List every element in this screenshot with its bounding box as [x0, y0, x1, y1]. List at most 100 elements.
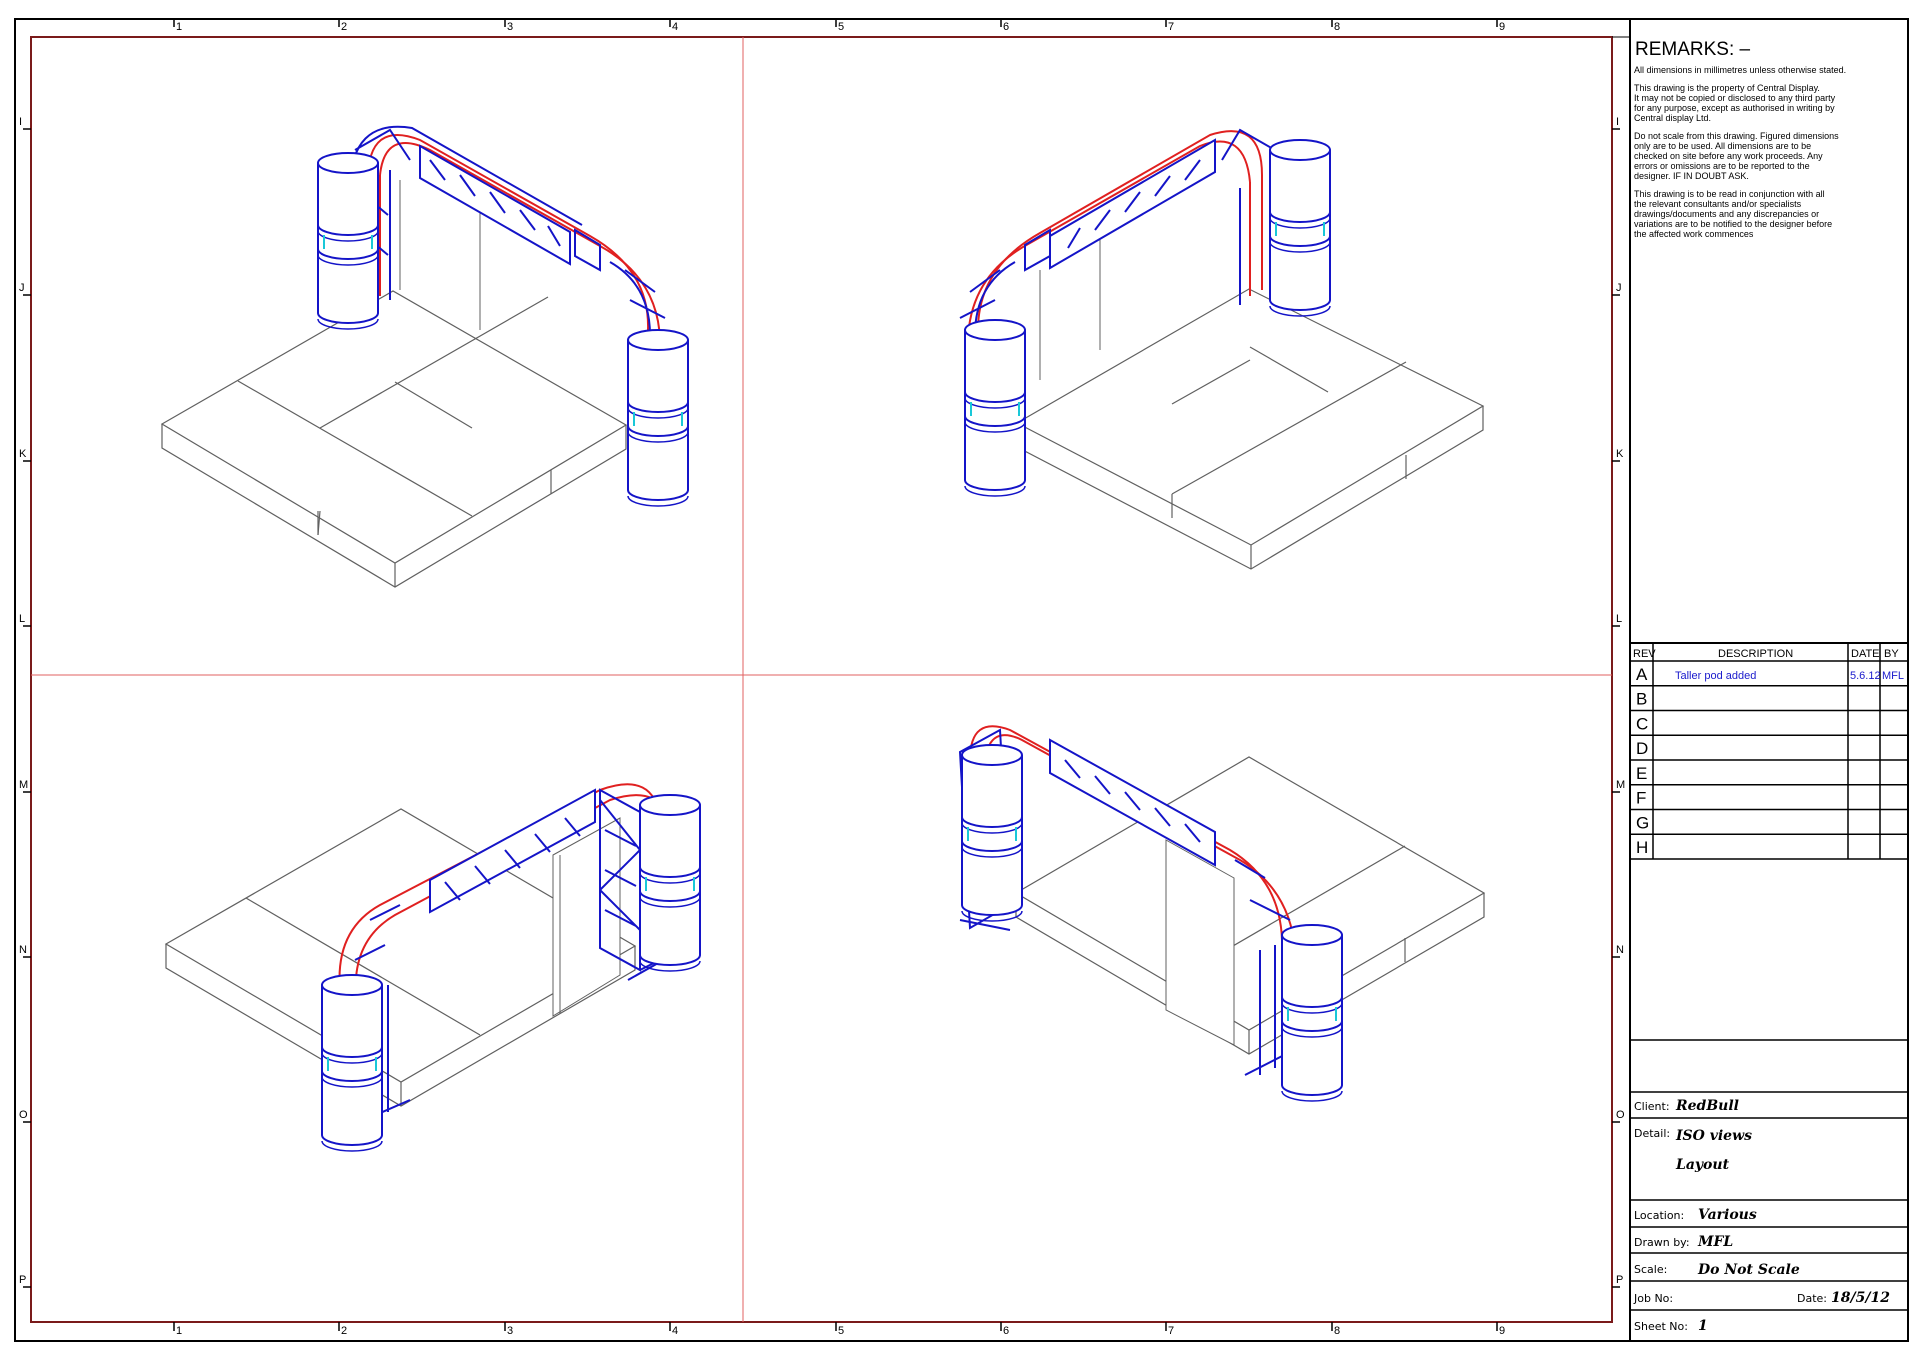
revision-by: MFL	[1882, 670, 1904, 682]
iso-view-top-right	[959, 128, 1485, 570]
grid-column-label: 5	[838, 21, 844, 33]
grid-row-label: P	[19, 1274, 26, 1286]
remarks-line: errors or omissions are to be reported t…	[1634, 161, 1810, 171]
remarks-line: variations are to be notified to the des…	[1634, 219, 1832, 229]
revision-letter: E	[1636, 764, 1647, 783]
revision-letter: A	[1636, 665, 1648, 684]
drawing-area-border	[30, 36, 1613, 1323]
grid-column-label: 6	[1003, 21, 1009, 33]
grid-row-label: J	[1616, 282, 1622, 294]
pod-left	[964, 319, 1026, 497]
iso-view-bottom-left	[164, 783, 701, 1152]
grid-row-label: I	[1616, 116, 1619, 128]
iso-view-top-left	[160, 125, 689, 588]
pod-right	[639, 794, 701, 972]
iso-view-bottom-right	[958, 725, 1486, 1102]
rev-header: REV	[1633, 648, 1656, 660]
grid-column-label: 7	[1168, 1325, 1174, 1337]
grid-row-label: O	[19, 1109, 28, 1121]
revision-date: 5.6.12	[1850, 670, 1881, 682]
grid-column-label: 7	[1168, 21, 1174, 33]
remarks-line: It may not be copied or disclosed to any…	[1634, 93, 1836, 103]
remarks-title: REMARKS: –	[1635, 39, 1751, 60]
detail-value-line2: Layout	[1675, 1157, 1730, 1173]
sheet-no-value: 1	[1698, 1318, 1708, 1334]
job-no-label: Job No:	[1633, 1292, 1673, 1305]
date-value: 18/5/12	[1831, 1290, 1890, 1306]
pod-right	[1269, 139, 1331, 317]
grid-row-label: J	[19, 282, 25, 294]
remarks-line: the affected work commences	[1634, 229, 1754, 239]
pod-right	[1281, 924, 1343, 1102]
pod-left	[961, 744, 1023, 922]
grid-column-label: 6	[1003, 1325, 1009, 1337]
revision-letter: G	[1636, 813, 1649, 832]
revision-description: Taller pod added	[1675, 670, 1756, 682]
remarks-body: All dimensions in millimetres unless oth…	[1634, 65, 1846, 239]
stage-floor	[160, 290, 628, 588]
sheet-no-label: Sheet No:	[1634, 1320, 1688, 1333]
remarks-line: for any purpose, except as authorised in…	[1634, 103, 1835, 113]
detail-label: Detail:	[1634, 1127, 1670, 1140]
scale-value: Do Not Scale	[1697, 1262, 1800, 1278]
by-header: BY	[1884, 648, 1899, 660]
revision-rows: A Taller pod added 5.6.12 MFL BCDEFGH	[1630, 665, 1908, 860]
pod-left	[321, 974, 383, 1152]
sheet-outer-border	[14, 18, 1909, 1342]
grid-row-label: P	[1616, 1274, 1623, 1286]
grid-row-label: L	[1616, 613, 1622, 625]
grid-column-label: 1	[176, 1325, 182, 1337]
grid-column-label: 3	[507, 1325, 513, 1337]
stage-floor	[1014, 756, 1486, 1055]
remarks-line: only are to be used. All dimensions are …	[1634, 141, 1811, 151]
remarks-line: Central display Ltd.	[1634, 113, 1711, 123]
grid-column-label: 2	[341, 1325, 347, 1337]
scale-label: Scale:	[1634, 1263, 1667, 1276]
date-header: DATE	[1851, 648, 1880, 660]
remarks-line: Do not scale from this drawing. Figured …	[1634, 131, 1839, 141]
grid-column-label: 2	[341, 21, 347, 33]
revision-letter: B	[1636, 690, 1647, 709]
remarks-line: designer. IF IN DOUBT ASK.	[1634, 171, 1749, 181]
location-label: Location:	[1634, 1209, 1684, 1222]
remarks-line: This drawing is the property of Central …	[1634, 83, 1820, 93]
grid-row-markers: I I J J K K L L M M N N O O P P	[19, 116, 1625, 1288]
revision-letter: C	[1636, 714, 1648, 733]
grid-column-label: 3	[507, 21, 513, 33]
grid-column-label: 4	[672, 21, 678, 33]
grid-column-label: 5	[838, 1325, 844, 1337]
drawing-sheet: 1 1 2 2 3 3 4 4 5 5 6 6 7 7 8 8 9 9 I I J J K K L L M M N N O O P P	[14, 18, 1909, 1342]
location-value: Various	[1698, 1207, 1757, 1223]
grid-row-label: L	[19, 613, 25, 625]
drawn-by-value: MFL	[1697, 1234, 1733, 1250]
grid-column-label: 8	[1334, 1325, 1340, 1337]
grid-row-label: M	[19, 779, 28, 791]
grid-row-label: O	[1616, 1109, 1625, 1121]
remarks-line: checked on site before any work proceeds…	[1634, 151, 1823, 161]
grid-column-label: 1	[176, 21, 182, 33]
client-label: Client:	[1634, 1100, 1670, 1113]
revision-letter: H	[1636, 838, 1648, 857]
stage-floor	[1015, 288, 1485, 570]
revision-letter: D	[1636, 739, 1648, 758]
client-value: RedBull	[1675, 1098, 1739, 1114]
drawn-by-label: Drawn by:	[1634, 1236, 1690, 1249]
grid-row-label: N	[19, 944, 27, 956]
date-label: Date:	[1797, 1292, 1827, 1305]
remarks-line: drawings/documents and any discrepancies…	[1634, 209, 1819, 219]
grid-column-label: 4	[672, 1325, 678, 1337]
grid-column-label: 8	[1334, 21, 1340, 33]
grid-row-label: N	[1616, 944, 1624, 956]
pod-right	[627, 329, 689, 507]
remarks-line: This drawing is to be read in conjunctio…	[1634, 189, 1825, 199]
description-header: DESCRIPTION	[1718, 648, 1793, 660]
grid-column-label: 9	[1499, 1325, 1505, 1337]
grid-column-label: 9	[1499, 21, 1505, 33]
title-block: REMARKS: – All dimensions in millimetres…	[1630, 39, 1908, 1334]
grid-row-label: K	[1616, 448, 1624, 460]
doorway-panel	[552, 817, 621, 1017]
pod-left	[317, 152, 379, 330]
revision-letter: F	[1636, 789, 1646, 808]
remarks-line: the relevant consultants and/or speciali…	[1634, 199, 1802, 209]
grid-row-label: I	[19, 116, 22, 128]
